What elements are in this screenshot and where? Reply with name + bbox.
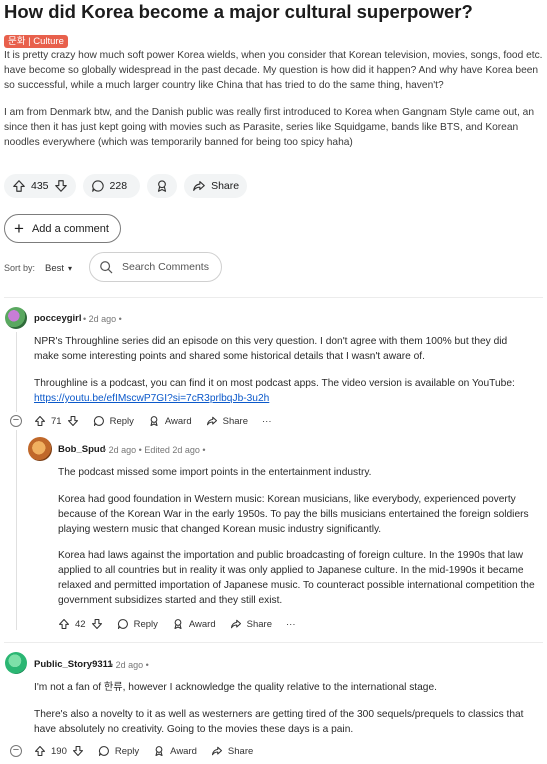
comment-paragraph: Korea had good foundation in Western mus…: [58, 494, 529, 535]
upvote-icon[interactable]: [12, 179, 26, 193]
award-button[interactable]: Award: [172, 618, 216, 630]
award-button[interactable]: [147, 174, 178, 198]
downvote-icon[interactable]: [54, 179, 68, 193]
add-comment-label: Add a comment: [31, 222, 109, 235]
add-comment-button[interactable]: + Add a comment: [4, 214, 121, 243]
share-button[interactable]: Share: [184, 174, 248, 198]
comment-meta: • 2d ago • Edited 2d ago •: [103, 445, 206, 455]
downvote-icon[interactable]: [67, 415, 79, 427]
award-label: Award: [170, 745, 197, 757]
comments-button[interactable]: 228: [82, 174, 141, 198]
share-label: Share: [211, 180, 240, 192]
comment-vote-group: 190: [34, 745, 84, 757]
upvote-icon[interactable]: [34, 745, 46, 757]
post-vote-group: 435: [4, 174, 76, 198]
comment-paragraph: There's also a novelty to it as well as …: [34, 709, 524, 735]
comment-paragraph: I'm not a fan of 한류, however I acknowled…: [34, 682, 437, 693]
reply-button[interactable]: Reply: [98, 745, 139, 757]
collapse-thread-icon[interactable]: −: [10, 745, 22, 757]
share-label: Share: [246, 618, 272, 630]
avatar[interactable]: [5, 652, 27, 674]
award-icon: [148, 415, 160, 427]
share-icon: [230, 618, 242, 630]
comment-paragraph: The podcast missed some import points in…: [58, 467, 372, 478]
reply-button[interactable]: Reply: [93, 415, 134, 427]
comment-bubble-icon: [91, 179, 105, 193]
comment-bubble-icon: [93, 415, 105, 427]
comment-bubble-icon: [117, 618, 129, 630]
sort-value: Best: [45, 263, 65, 274]
upvote-icon[interactable]: [34, 415, 46, 427]
share-button[interactable]: Share: [206, 415, 248, 427]
award-label: Award: [188, 618, 216, 630]
comment-username[interactable]: Public_Story9311: [34, 659, 113, 670]
sort-dropdown[interactable]: Best ▾: [45, 263, 72, 274]
avatar[interactable]: [28, 437, 52, 461]
collapse-thread-icon[interactable]: −: [10, 415, 22, 427]
comment-username[interactable]: pocceygirl: [34, 313, 82, 324]
post-vote-count: 435: [31, 180, 49, 192]
search-comments-input[interactable]: Search Comments: [89, 252, 222, 282]
post-flair[interactable]: 문화 | Culture: [4, 35, 68, 48]
upvote-icon[interactable]: [58, 618, 70, 630]
share-button[interactable]: Share: [211, 745, 253, 757]
share-icon: [192, 179, 206, 193]
post-body-paragraph: It is pretty crazy how much soft power K…: [4, 50, 543, 91]
more-options-button[interactable]: ···: [262, 416, 272, 427]
comment-paragraph: Korea had laws against the importation a…: [58, 550, 535, 606]
chevron-down-icon: ▾: [68, 264, 73, 273]
comment-vote-count: 71: [51, 415, 62, 427]
sort-label: Sort by:: [4, 263, 36, 273]
more-icon: ···: [262, 415, 272, 427]
post-body-paragraph: I am from Denmark btw, and the Danish pu…: [4, 107, 535, 148]
comment-vote-count: 42: [75, 618, 86, 630]
share-button[interactable]: Share: [230, 618, 272, 630]
comment-username[interactable]: Bob_Spud: [58, 444, 106, 455]
reply-label: Reply: [133, 618, 158, 630]
comment-actions: 71 Reply Award Share ···: [34, 413, 286, 429]
youtube-link[interactable]: https://youtu.be/efIMscwP7GI?si=7cR3prlb…: [34, 391, 269, 406]
more-icon: ···: [286, 618, 296, 630]
comment-paragraph: NPR's Throughline series did an episode …: [34, 336, 508, 362]
award-icon: [172, 618, 184, 630]
share-label: Share: [222, 415, 248, 427]
downvote-icon[interactable]: [72, 745, 84, 757]
post-action-bar: 435 228 Share: [4, 174, 254, 198]
avatar[interactable]: [5, 307, 27, 329]
award-button[interactable]: Award: [153, 745, 197, 757]
comment-actions: 190 Reply Award Share: [34, 743, 267, 759]
divider: [4, 642, 543, 643]
comment-meta: • 2d ago •: [110, 660, 149, 670]
more-options-button[interactable]: ···: [286, 619, 296, 630]
comment-vote-count: 190: [51, 745, 67, 757]
comment-meta: • 2d ago •: [83, 314, 122, 324]
share-icon: [211, 745, 223, 757]
comment-actions: 42 Reply Award Share ···: [58, 616, 310, 632]
divider: [4, 297, 543, 298]
reply-label: Reply: [114, 745, 140, 757]
comment-paragraph: Throughline is a podcast, you can find i…: [34, 378, 515, 389]
comment-bubble-icon: [98, 745, 110, 757]
plus-icon: +: [14, 219, 24, 238]
comment-vote-group: 71: [34, 415, 79, 427]
search-icon: [100, 261, 113, 274]
search-placeholder: Search Comments: [122, 261, 209, 273]
reply-button[interactable]: Reply: [117, 618, 158, 630]
thread-line[interactable]: [16, 430, 17, 630]
post-title: How did Korea become a major cultural su…: [4, 1, 473, 22]
downvote-icon[interactable]: [91, 618, 103, 630]
award-icon: [153, 745, 165, 757]
comment-vote-group: 42: [58, 618, 103, 630]
award-button[interactable]: Award: [148, 415, 192, 427]
award-icon: [155, 179, 169, 193]
award-label: Award: [164, 415, 192, 427]
share-icon: [206, 415, 218, 427]
comments-count: 228: [109, 180, 128, 192]
share-label: Share: [227, 745, 254, 757]
reply-label: Reply: [109, 415, 134, 427]
thread-line[interactable]: [16, 332, 17, 412]
